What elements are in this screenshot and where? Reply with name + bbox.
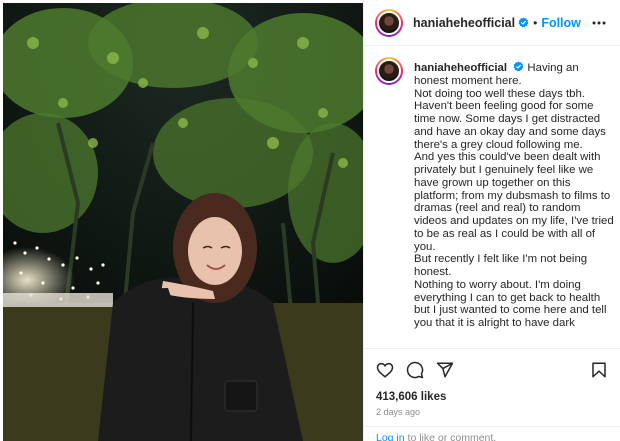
caption-paragraph: But recently I felt like I'm not being h… <box>414 253 588 278</box>
verified-icon <box>513 61 524 72</box>
caption-paragraph: Not doing too well these days tbh. Haven… <box>414 87 606 151</box>
caption-first-line: haniaheheofficial Having an honest momen… <box>414 61 614 88</box>
likes-word: likes <box>420 391 447 403</box>
verified-icon <box>518 17 529 28</box>
username-link[interactable]: haniaheheofficial <box>413 16 515 30</box>
more-options-icon[interactable] <box>591 15 607 31</box>
caption-area: haniaheheofficial Having an honest momen… <box>364 47 620 347</box>
likes-count[interactable]: 413,606 likes <box>376 391 446 403</box>
heart-icon[interactable] <box>376 361 394 379</box>
separator-dot: • <box>533 15 538 30</box>
comment-icon[interactable] <box>406 361 424 379</box>
post-side-panel: haniaheheofficial • Follow haniaheheoffi… <box>363 0 620 441</box>
save-icon[interactable] <box>590 361 608 379</box>
login-footer: Log in to like or comment. <box>364 426 620 441</box>
likes-number: 413,606 <box>376 391 418 403</box>
login-prompt: Log in to like or comment. <box>376 432 496 441</box>
caption-username[interactable]: haniaheheofficial <box>414 62 507 74</box>
action-bar <box>364 348 620 388</box>
follow-button[interactable]: Follow <box>541 16 581 30</box>
avatar[interactable] <box>375 8 403 37</box>
post-timestamp[interactable]: 2 days ago <box>376 407 420 417</box>
login-prompt-rest: to like or comment. <box>404 432 497 441</box>
instagram-post: haniaheheofficial • Follow haniaheheoffi… <box>0 0 620 441</box>
share-icon[interactable] <box>436 361 454 379</box>
login-link[interactable]: Log in <box>376 432 405 441</box>
post-header: haniaheheofficial • Follow <box>364 0 620 46</box>
caption-paragraph: And yes this could've been dealt with pr… <box>414 151 614 253</box>
photo-image <box>3 3 363 441</box>
caption-text: haniaheheofficial Having an honest momen… <box>414 61 614 330</box>
caption-paragraph: Nothing to worry about. I'm doing everyt… <box>414 278 607 329</box>
post-photo[interactable] <box>3 3 363 441</box>
caption-avatar[interactable] <box>375 57 403 85</box>
